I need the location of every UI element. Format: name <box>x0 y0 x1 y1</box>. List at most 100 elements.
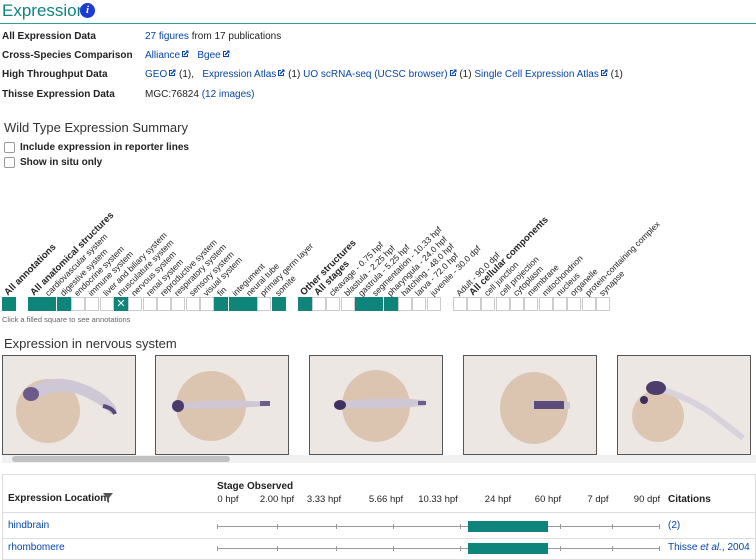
info-label: High Throughput Data <box>2 69 108 80</box>
stage-timeline <box>217 526 659 527</box>
ribbon-cell <box>340 297 355 311</box>
expression-location-link[interactable]: hindbrain <box>8 520 49 531</box>
in-situ-label: Show in situ only <box>20 157 103 168</box>
ribbon-cell[interactable] <box>42 297 57 311</box>
citation-link[interactable]: Thisse et al., 2004 <box>668 542 750 553</box>
ribbon-cell[interactable] <box>383 297 398 311</box>
ribbon-cell[interactable] <box>27 297 42 311</box>
external-link-icon <box>449 69 457 77</box>
reporter-lines-option[interactable]: Include expression in reporter lines <box>4 142 189 155</box>
ribbon-cell <box>596 297 611 311</box>
stage-label: 60 hpf <box>534 494 562 505</box>
alliance-link[interactable]: Alliance <box>145 50 180 61</box>
thisse-images-link[interactable]: (12 images) <box>202 89 255 100</box>
info-label: Thisse Expression Data <box>2 89 115 100</box>
filter-icon[interactable] <box>103 493 113 503</box>
stage-label: 2.00 hpf <box>259 494 295 505</box>
ribbon-cell <box>171 297 186 311</box>
ribbon-cell <box>553 297 568 311</box>
ribbon-cell[interactable] <box>2 297 16 311</box>
stage-tick <box>659 524 660 529</box>
reporter-lines-checkbox[interactable] <box>4 142 15 153</box>
mgc-id: MGC:76824 <box>145 89 199 100</box>
expression-location-link[interactable]: rhombomere <box>8 542 65 553</box>
publications-text: from 17 publications <box>191 31 282 42</box>
bgee-link[interactable]: Bgee <box>197 50 220 61</box>
ribbon-cell <box>128 297 143 311</box>
reporter-lines-label: Include expression in reporter lines <box>20 142 189 153</box>
section-title-expression: Expression <box>2 1 87 20</box>
ribbon-cell[interactable] <box>228 297 243 311</box>
ribbon-cell[interactable] <box>214 297 229 311</box>
stage-tick <box>612 524 613 529</box>
ribbon-cell <box>185 297 200 311</box>
citation-link[interactable]: (2) <box>668 520 680 531</box>
stage-tick <box>560 546 561 551</box>
info-value: Alliance Bgee <box>145 50 230 61</box>
expression-atlas-link[interactable]: Expression Atlas <box>202 69 276 80</box>
ribbon-cell <box>157 297 171 311</box>
ribbon-label: fin <box>215 284 229 298</box>
ribbon-label: protein-containing complex <box>582 219 662 298</box>
stage-range-bar[interactable] <box>468 521 548 532</box>
expression-location-header[interactable]: Expression Location <box>8 493 106 504</box>
stage-tick <box>336 524 337 529</box>
ribbon-cell[interactable] <box>297 297 312 311</box>
ribbon-cell <box>257 297 272 311</box>
info-value: 27 figures from 17 publications <box>145 31 281 42</box>
figures-link[interactable]: 27 figures <box>145 31 189 42</box>
ribbon-cell <box>85 297 100 311</box>
ribbon-cell[interactable] <box>369 297 384 311</box>
ribbon-labels: All annotations All anatomical structures… <box>0 190 700 298</box>
expression-image-1[interactable] <box>2 355 136 455</box>
ribbon-cell <box>567 297 582 311</box>
stage-tick <box>659 546 660 551</box>
external-link-icon <box>600 69 608 77</box>
external-link-icon <box>168 69 176 77</box>
external-link-icon <box>181 50 189 58</box>
stage-label: 5.66 hpf <box>368 494 404 505</box>
ribbon-cell <box>452 297 467 311</box>
stage-label: 0 hpf <box>217 494 239 505</box>
stage-label: 7 dpf <box>587 494 609 505</box>
stage-tick <box>460 546 461 551</box>
expression-image-3[interactable] <box>309 355 443 455</box>
uo-scrnaseq-link[interactable]: UO scRNA-seq (UCSC browser) <box>303 69 447 80</box>
ribbon-cell <box>142 297 157 311</box>
ribbon-cell[interactable] <box>271 297 286 311</box>
ribbon-cell <box>538 297 553 311</box>
row-divider <box>2 512 756 513</box>
ribbon-cell[interactable]: ✕ <box>113 297 128 311</box>
ribbon-cell[interactable] <box>243 297 258 311</box>
geo-link[interactable]: GEO <box>145 69 167 80</box>
scrollbar-thumb[interactable] <box>12 456 230 462</box>
ribbon-cell <box>467 297 481 311</box>
external-link-icon <box>277 69 285 77</box>
single-cell-atlas-link[interactable]: Single Cell Expression Atlas <box>474 69 599 80</box>
ribbon-cell <box>495 297 510 311</box>
in-situ-option[interactable]: Show in situ only <box>4 157 102 170</box>
stage-range-bar[interactable] <box>468 543 548 554</box>
stage-timeline <box>217 548 659 549</box>
image-scrollbar[interactable] <box>2 455 756 463</box>
ribbon-cell <box>524 297 539 311</box>
row-divider <box>2 538 756 539</box>
in-situ-checkbox[interactable] <box>4 157 15 168</box>
stage-label: 90 dpf <box>633 494 661 505</box>
ribbon-cell[interactable] <box>56 297 71 311</box>
info-icon[interactable]: i <box>80 3 95 18</box>
sc-count: (1) <box>610 69 623 80</box>
expression-image-2[interactable] <box>155 355 289 455</box>
ribbon-cell <box>426 297 441 311</box>
ribbon-cell <box>510 297 525 311</box>
ribbon-cell <box>581 297 596 311</box>
ribbon-cell <box>312 297 326 311</box>
stage-tick <box>217 524 218 529</box>
expression-image-4[interactable] <box>463 355 597 455</box>
info-value: MGC:76824 (12 images) <box>145 89 255 100</box>
expression-image-5[interactable] <box>617 355 751 455</box>
stage-tick <box>336 546 337 551</box>
ribbon-cell <box>70 297 85 311</box>
ribbon-cell <box>398 297 413 311</box>
ribbon-cell[interactable] <box>355 297 370 311</box>
